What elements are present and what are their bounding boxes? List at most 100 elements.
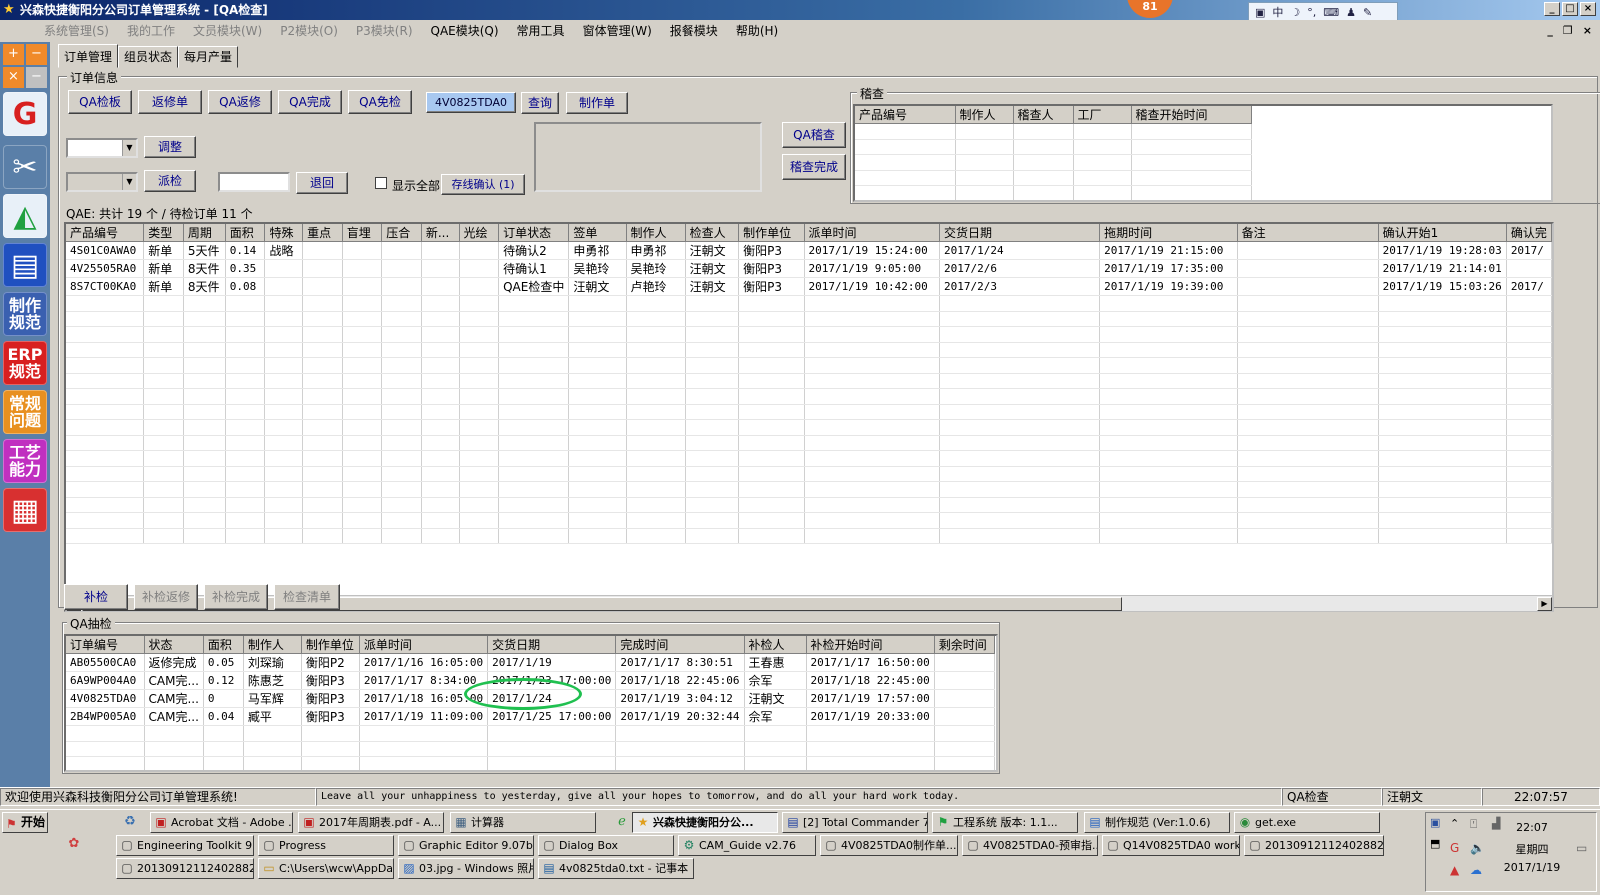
taskbar-button-row3-1[interactable]: ▭ C:\Users\wcw\AppData\... [258,858,394,879]
audit-row[interactable] [855,185,1551,200]
order-row[interactable] [66,481,1552,498]
show-desktop-icon[interactable]: ▭ [1576,841,1587,855]
qa-board-button[interactable]: QA检板 [68,90,132,114]
audit-row[interactable] [855,123,1551,140]
sidebar-chart-icon[interactable]: ◭ [3,194,47,238]
dropdown-arrow-icon[interactable]: ▼ [122,174,136,190]
order-row[interactable] [66,435,1552,451]
tab-monthly-output[interactable]: 每月产量 [178,46,239,68]
menu-item-6[interactable]: 常用工具 [508,20,574,42]
order-row[interactable] [66,388,1552,405]
order-row[interactable]: 4S01C0AWA0 新单 5天件 0.14 战略 待确认2 申勇祁 申勇祁 汪朝文 衡阳P3 20… [66,241,1552,260]
order-row[interactable] [66,450,1552,467]
sampling-header-2[interactable]: 面积 [203,636,244,654]
sampling-row[interactable] [66,756,995,770]
sampling-header-6[interactable]: 交货日期 [487,636,617,654]
sidebar-button-6[interactable]: 常规 问题 [3,390,47,434]
sampling-row[interactable]: 2B4WP005A0 CAM完... 0.04 臧平 衡阳P3 2017/1/19 11:… [66,707,995,726]
tray-g-icon[interactable]: G [1450,841,1459,855]
sidebar-button-5[interactable]: ERP 规范 [3,341,47,385]
order-row[interactable] [66,528,1552,544]
order-number-field[interactable]: 4V0825TDA0 [426,92,516,113]
order-header-14[interactable]: 制作单位 [738,224,805,242]
menu-item-0[interactable]: 系统管理(S) [35,20,118,42]
order-header-17[interactable]: 拖期时间 [1099,224,1238,242]
order-header-20[interactable]: 确认完 [1506,224,1552,242]
menu-item-5[interactable]: QAE模块(Q) [422,20,508,42]
taskbar-button-row1-4[interactable]: ▤ [2] Total Commander 7... [782,812,928,833]
order-header-8[interactable]: 新... [421,224,460,242]
sampling-header-1[interactable]: 状态 [144,636,204,654]
quad-minus-button[interactable]: − [26,44,47,65]
recheck-button[interactable]: 补检 [64,584,128,610]
order-header-9[interactable]: 光绘 [459,224,500,242]
menu-item-1[interactable]: 我的工作 [118,20,184,42]
taskbar-button-row1-5[interactable]: ⚑ 工程系统 版本: 1.1... [932,812,1078,833]
menu-item-8[interactable]: 报餐模块 [661,20,727,42]
ime-wrench-icon[interactable]: ✎ [1363,6,1372,19]
online-confirm-button[interactable]: 存线确认 (1) [441,174,525,195]
order-header-13[interactable]: 检查人 [685,224,740,242]
sampling-header-7[interactable]: 完成时间 [615,636,745,654]
order-header-4[interactable]: 特殊 [264,224,304,242]
sampling-header-10[interactable]: 剩余时间 [934,636,995,654]
quicklaunch-ie-icon[interactable]: ℯ [614,814,630,830]
order-header-10[interactable]: 订单状态 [498,224,570,242]
sidebar-g-logo-icon[interactable]: G [3,92,47,136]
sampling-row[interactable]: AB05500CA0 返修完成 0.05 刘琛瑜 衡阳P2 2017/1/16 16:05… [66,653,995,672]
sampling-header-5[interactable]: 派单时间 [359,636,489,654]
sidebar-save-icon[interactable]: ▤ [3,243,47,287]
start-button[interactable]: ⚑ 开始 [2,812,48,833]
audit-row[interactable] [855,154,1551,171]
order-header-3[interactable]: 面积 [225,224,266,242]
order-header-7[interactable]: 压合 [381,224,422,242]
recheck-rework-button[interactable]: 补检返修 [134,584,198,610]
scroll-right-icon[interactable]: ▶ [1537,597,1552,611]
filter-combo-1[interactable]: ▼ [66,138,138,158]
taskbar-button-row3-0[interactable]: ▢ 20130912112402882.rtf... [116,858,254,879]
query-button[interactable]: 查询 [521,92,559,114]
menu-item-2[interactable]: 文员模块(W) [184,20,271,42]
qa-exempt-button[interactable]: QA免检 [348,90,412,114]
ime-keyboard-icon[interactable]: ⌨ [1323,6,1339,19]
dropdown-arrow-icon[interactable]: ▼ [122,140,136,156]
make-order-button[interactable]: 制作单 [566,92,628,114]
show-all-checkbox[interactable] [375,177,387,189]
clock-date[interactable]: 2017/1/19 [1502,861,1562,874]
adjust-button[interactable]: 调整 [144,136,196,158]
order-header-5[interactable]: 重点 [302,224,343,242]
ime-punct-icon[interactable]: °, [1307,6,1316,19]
order-row[interactable] [66,311,1552,327]
return-button[interactable]: 退回 [296,172,348,194]
taskbar-button-row1-3[interactable]: ★ 兴森快捷衡阳分公... [632,812,778,833]
dispatch-input[interactable] [218,172,290,192]
order-row[interactable] [66,512,1552,529]
taskbar-button-row3-3[interactable]: ▤ 4v0825tda0.txt - 记事本 [538,858,694,879]
sampling-header-0[interactable]: 订单编号 [66,636,145,654]
order-row[interactable] [66,466,1552,482]
tray-monitor-icon[interactable]: ⬒ [1430,837,1440,850]
taskbar-button-row2-2[interactable]: ▢ Graphic Editor 9.07b... [398,835,534,856]
order-row[interactable] [66,404,1552,420]
taskbar-button-row2-4[interactable]: ⚙ CAM_Guide v2.76 [678,835,816,856]
tab-member-status[interactable]: 组员状态 [118,46,179,68]
quicklaunch-app-icon[interactable]: ♻ [122,814,138,830]
audit-header-1[interactable]: 制作人 [955,106,1014,124]
taskbar-button-row2-7[interactable]: ▢ Q14V0825TDA0 work... [1102,835,1240,856]
filter-combo-2[interactable]: ▼ [66,172,138,192]
recheck-done-button[interactable]: 补检完成 [204,584,268,610]
sampling-row[interactable] [66,741,995,757]
order-row[interactable]: 8S7CT00KA0 新单 8天件 0.08 QAE检查中 汪朝文 卢艳玲 汪朝文 衡阳P3 20… [66,277,1552,296]
audit-header-0[interactable]: 产品编号 [855,106,956,124]
menu-item-9[interactable]: 帮助(H) [727,20,787,42]
taskbar-button-row1-6[interactable]: ▤ 制作规范 (Ver:1.0.6) [1084,812,1230,833]
sampling-header-4[interactable]: 制作单位 [301,636,360,654]
dispatch-button[interactable]: 派检 [144,170,196,192]
order-row[interactable] [66,419,1552,436]
audit-header-2[interactable]: 稽查人 [1013,106,1074,124]
taskbar-button-row2-0[interactable]: ▢ Engineering Toolkit 9.... [116,835,254,856]
taskbar-button-row2-8[interactable]: ▢ 20130912112402882.... [1244,835,1384,856]
taskbar-button-row3-2[interactable]: ▨ 03.jpg - Windows 照片... [398,858,534,879]
sampling-header-3[interactable]: 制作人 [243,636,302,654]
menu-item-4[interactable]: P3模块(R) [347,20,422,42]
